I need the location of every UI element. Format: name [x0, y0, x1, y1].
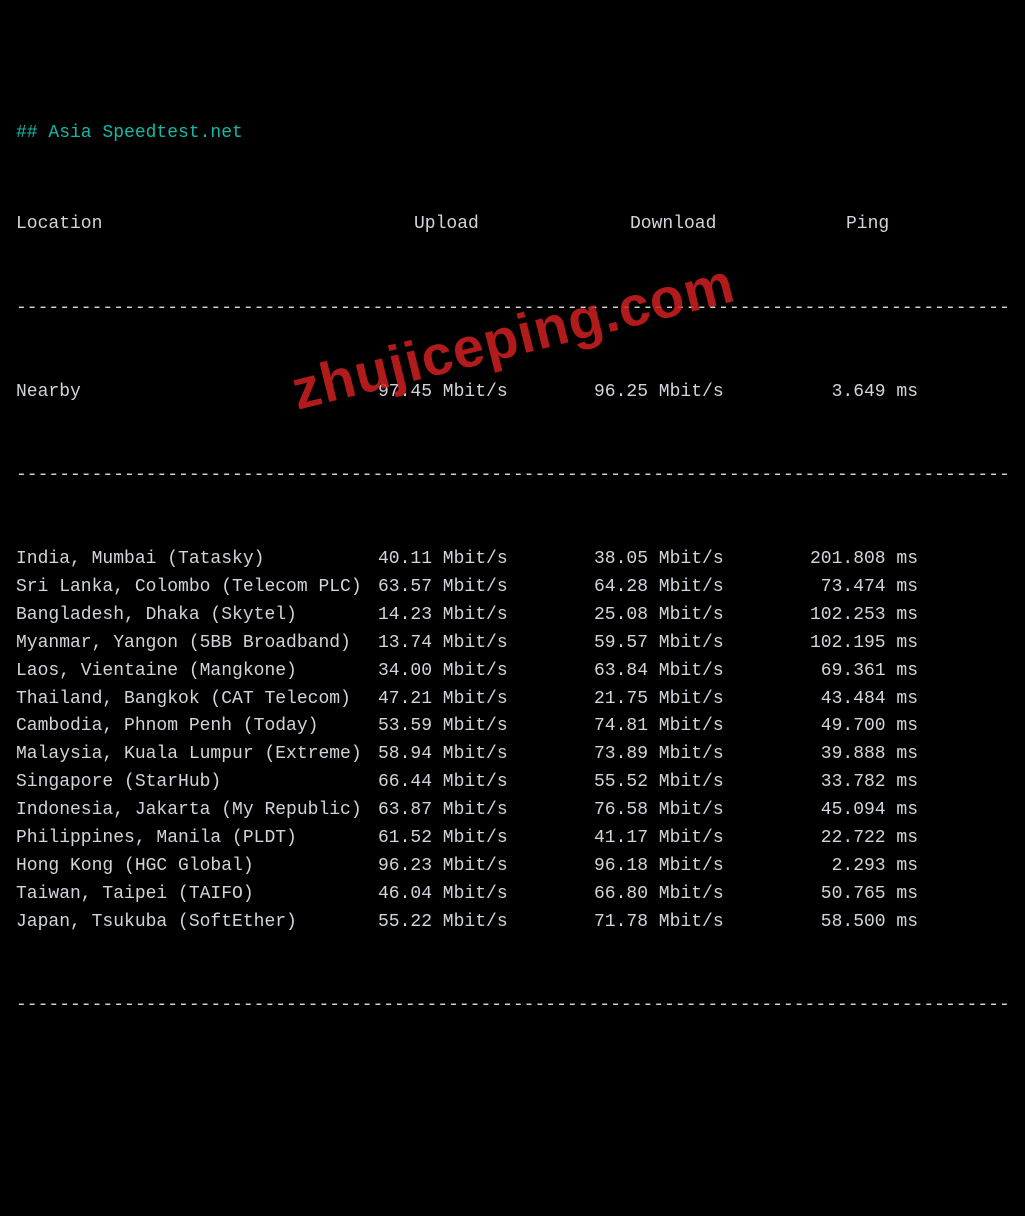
table-row: Hong Kong (HGC Global)96.23 Mbit/s96.18 …	[16, 853, 1009, 881]
cell-upload: 47.21 Mbit/s	[378, 686, 594, 714]
cell-ping: 50.765 ms	[810, 881, 1000, 909]
table-row: Malaysia, Kuala Lumpur (Extreme)58.94 Mb…	[16, 741, 1009, 769]
cell-location: Philippines, Manila (PLDT)	[16, 825, 378, 853]
cell-upload: 58.94 Mbit/s	[378, 741, 594, 769]
cell-ping: 102.195 ms	[810, 630, 1000, 658]
header-location: Location	[16, 211, 378, 239]
cell-ping: 3.649 ms	[810, 379, 1000, 407]
cell-location: Hong Kong (HGC Global)	[16, 853, 378, 881]
cell-location: Nearby	[16, 379, 378, 407]
cell-ping: 58.500 ms	[810, 909, 1000, 937]
table-row: Myanmar, Yangon (5BB Broadband)13.74 Mbi…	[16, 630, 1009, 658]
cell-location: Thailand, Bangkok (CAT Telecom)	[16, 686, 378, 714]
cell-location: India, Mumbai (Tatasky)	[16, 546, 378, 574]
cell-ping: 39.888 ms	[810, 741, 1000, 769]
cell-ping: 22.722 ms	[810, 825, 1000, 853]
table-row: Philippines, Manila (PLDT)61.52 Mbit/s41…	[16, 825, 1009, 853]
table-row: India, Mumbai (Tatasky)40.11 Mbit/s38.05…	[16, 546, 1009, 574]
cell-download: 96.18 Mbit/s	[594, 853, 810, 881]
cell-download: 21.75 Mbit/s	[594, 686, 810, 714]
cell-download: 63.84 Mbit/s	[594, 658, 810, 686]
cell-upload: 96.23 Mbit/s	[378, 853, 594, 881]
header-download: Download	[594, 211, 810, 239]
cell-download: 38.05 Mbit/s	[594, 546, 810, 574]
table-row: Taiwan, Taipei (TAIFO)46.04 Mbit/s66.80 …	[16, 881, 1009, 909]
cell-ping: 43.484 ms	[810, 686, 1000, 714]
cell-download: 25.08 Mbit/s	[594, 602, 810, 630]
cell-upload: 61.52 Mbit/s	[378, 825, 594, 853]
cell-download: 66.80 Mbit/s	[594, 881, 810, 909]
cell-upload: 55.22 Mbit/s	[378, 909, 594, 937]
divider: ----------------------------------------…	[16, 992, 1009, 1020]
cell-ping: 49.700 ms	[810, 713, 1000, 741]
cell-location: Bangladesh, Dhaka (Skytel)	[16, 602, 378, 630]
cell-download: 73.89 Mbit/s	[594, 741, 810, 769]
cell-location: Sri Lanka, Colombo (Telecom PLC)	[16, 574, 378, 602]
header-ping: Ping	[810, 211, 1000, 239]
cell-upload: 46.04 Mbit/s	[378, 881, 594, 909]
cell-upload: 63.57 Mbit/s	[378, 574, 594, 602]
cell-ping: 73.474 ms	[810, 574, 1000, 602]
table-row: Indonesia, Jakarta (My Republic)63.87 Mb…	[16, 797, 1009, 825]
table-row: Cambodia, Phnom Penh (Today)53.59 Mbit/s…	[16, 713, 1009, 741]
table-header-row: Location Upload Download Ping	[16, 211, 1009, 239]
cell-location: Singapore (StarHub)	[16, 769, 378, 797]
table-row: Bangladesh, Dhaka (Skytel)14.23 Mbit/s25…	[16, 602, 1009, 630]
cell-upload: 40.11 Mbit/s	[378, 546, 594, 574]
table-row: Japan, Tsukuba (SoftEther)55.22 Mbit/s71…	[16, 909, 1009, 937]
cell-ping: 45.094 ms	[810, 797, 1000, 825]
cell-location: Cambodia, Phnom Penh (Today)	[16, 713, 378, 741]
table-row: Singapore (StarHub)66.44 Mbit/s55.52 Mbi…	[16, 769, 1009, 797]
cell-location: Malaysia, Kuala Lumpur (Extreme)	[16, 741, 378, 769]
rows-container: India, Mumbai (Tatasky)40.11 Mbit/s38.05…	[16, 546, 1009, 936]
cell-location: Taiwan, Taipei (TAIFO)	[16, 881, 378, 909]
cell-location: Laos, Vientaine (Mangkone)	[16, 658, 378, 686]
header-upload: Upload	[378, 211, 594, 239]
nearby-row: Nearby97.45 Mbit/s96.25 Mbit/s 3.649 ms	[16, 379, 1009, 407]
cell-upload: 13.74 Mbit/s	[378, 630, 594, 658]
cell-upload: 34.00 Mbit/s	[378, 658, 594, 686]
cell-upload: 97.45 Mbit/s	[378, 379, 594, 407]
cell-download: 64.28 Mbit/s	[594, 574, 810, 602]
cell-download: 41.17 Mbit/s	[594, 825, 810, 853]
cell-location: Indonesia, Jakarta (My Republic)	[16, 797, 378, 825]
cell-upload: 66.44 Mbit/s	[378, 769, 594, 797]
cell-location: Japan, Tsukuba (SoftEther)	[16, 909, 378, 937]
table-row: Thailand, Bangkok (CAT Telecom)47.21 Mbi…	[16, 686, 1009, 714]
divider: ----------------------------------------…	[16, 295, 1009, 323]
cell-download: 55.52 Mbit/s	[594, 769, 810, 797]
cell-ping: 69.361 ms	[810, 658, 1000, 686]
cell-download: 76.58 Mbit/s	[594, 797, 810, 825]
cell-location: Myanmar, Yangon (5BB Broadband)	[16, 630, 378, 658]
cell-ping: 33.782 ms	[810, 769, 1000, 797]
cell-download: 74.81 Mbit/s	[594, 713, 810, 741]
table-row: Laos, Vientaine (Mangkone)34.00 Mbit/s63…	[16, 658, 1009, 686]
divider: ----------------------------------------…	[16, 462, 1009, 490]
cell-upload: 14.23 Mbit/s	[378, 602, 594, 630]
cell-ping: 2.293 ms	[810, 853, 1000, 881]
cell-upload: 63.87 Mbit/s	[378, 797, 594, 825]
cell-ping: 201.808 ms	[810, 546, 1000, 574]
cell-ping: 102.253 ms	[810, 602, 1000, 630]
section-title: ## Asia Speedtest.net	[16, 120, 1009, 148]
cell-download: 59.57 Mbit/s	[594, 630, 810, 658]
table-row: Sri Lanka, Colombo (Telecom PLC)63.57 Mb…	[16, 574, 1009, 602]
cell-download: 96.25 Mbit/s	[594, 379, 810, 407]
cell-upload: 53.59 Mbit/s	[378, 713, 594, 741]
cell-download: 71.78 Mbit/s	[594, 909, 810, 937]
